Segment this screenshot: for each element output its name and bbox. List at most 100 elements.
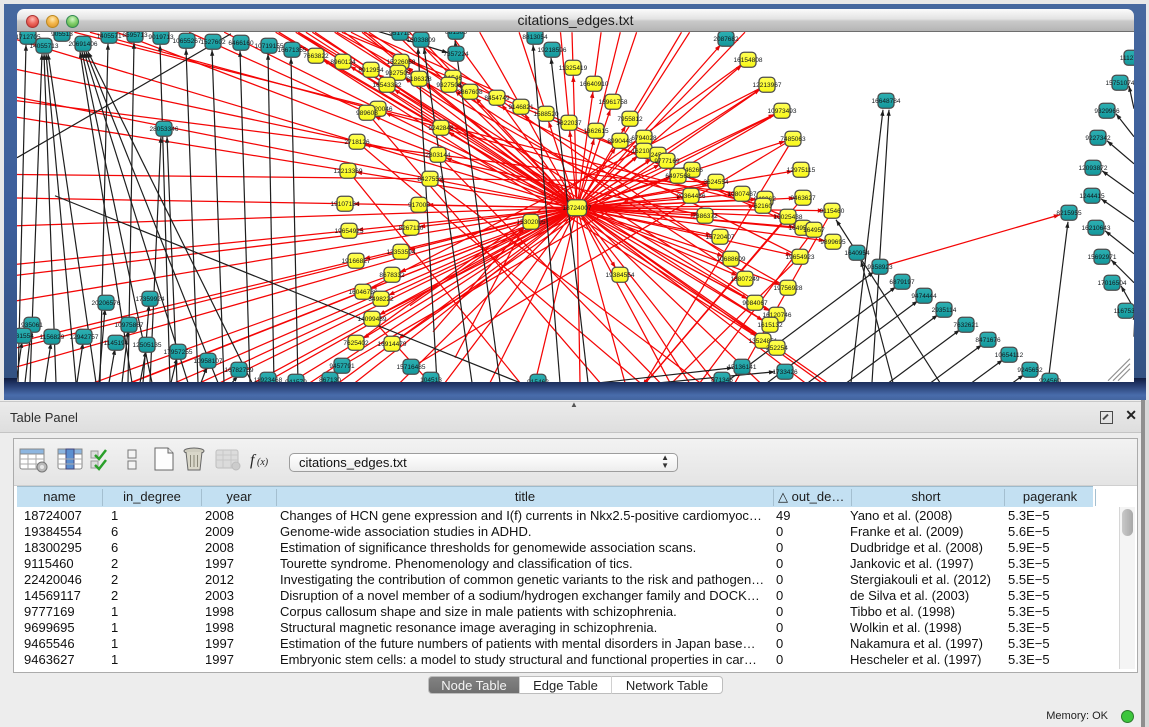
svg-text:17359924: 17359924 [136,295,165,302]
svg-text:1156829: 1156829 [40,333,65,340]
svg-text:19218596: 19218596 [538,46,567,53]
svg-text:12213967: 12213967 [753,81,782,88]
svg-text:20364436: 20364436 [677,192,706,199]
svg-text:6794028: 6794028 [631,134,657,141]
svg-text:10973493: 10973493 [768,107,797,114]
svg-text:8267110: 8267110 [399,224,424,231]
svg-text:8427552: 8427552 [417,175,443,182]
svg-text:19654923: 19654923 [786,253,815,260]
svg-text:3822037: 3822037 [556,119,582,126]
svg-text:6497568: 6497568 [665,172,691,179]
svg-text:15751074: 15751074 [1106,79,1134,86]
svg-text:9242848: 9242848 [428,124,454,131]
svg-text:15692971: 15692971 [1088,253,1117,260]
svg-text:14055713: 14055713 [30,42,59,49]
svg-text:7485063: 7485063 [780,135,806,142]
svg-text:12353594: 12353594 [387,248,416,255]
svg-text:9146821: 9146821 [508,103,534,110]
svg-text:10655267: 10655267 [173,37,202,44]
svg-text:104513: 104513 [420,376,442,382]
svg-text:12975115: 12975115 [787,166,816,173]
svg-text:15720407: 15720407 [706,233,735,240]
svg-text:6879197: 6879197 [889,278,915,285]
svg-text:7625402: 7625402 [343,339,369,346]
svg-text:19384554: 19384554 [606,271,635,278]
svg-text:9084067: 9084067 [742,299,768,306]
svg-text:12093872: 12093872 [1079,164,1108,171]
svg-text:9227342: 9227342 [1085,134,1111,141]
svg-text:1588520: 1588520 [533,110,559,117]
svg-text:15136141: 15136141 [728,363,757,370]
svg-text:20691406: 20691406 [69,40,98,47]
svg-text:917008: 917008 [408,201,430,208]
svg-text:9329966: 9329966 [1094,107,1120,114]
svg-text:1112705: 1112705 [1120,54,1134,61]
svg-text:8813054: 8813054 [522,33,548,40]
svg-text:10958107: 10958107 [194,357,223,364]
svg-text:7357224: 7357224 [443,50,469,57]
svg-text:2087682: 2087682 [713,35,739,42]
svg-text:1145194: 1145194 [104,339,129,346]
svg-text:931554: 931554 [17,332,34,339]
svg-text:16640910: 16640910 [580,80,609,87]
svg-text:16033809: 16033809 [407,36,436,43]
svg-text:8454749: 8454749 [484,94,510,101]
svg-text:8215955: 8215955 [1056,209,1082,216]
svg-text:28053346: 28053346 [150,125,179,132]
svg-text:1733426: 1733426 [772,368,798,375]
svg-text:7632621: 7632621 [953,321,979,328]
svg-text:9463627: 9463627 [790,194,816,201]
svg-text:f: f [250,452,257,469]
svg-text:17016504: 17016504 [1098,279,1127,286]
svg-text:12213369: 12213369 [334,167,363,174]
svg-text:10975867: 10975867 [115,321,144,328]
svg-text:10688609: 10688609 [717,255,746,262]
svg-text:8471676: 8471676 [975,336,1001,343]
svg-text:(x): (x) [257,457,269,468]
svg-text:941579: 941579 [285,378,307,382]
svg-text:16154808: 16154808 [734,56,763,63]
svg-text:8186328: 8186328 [406,75,432,82]
svg-text:9327508: 9327508 [436,81,462,88]
svg-text:2803144: 2803144 [425,151,451,158]
svg-text:905513: 905513 [51,32,73,38]
svg-text:12942757: 12942757 [70,333,99,340]
svg-text:2867608: 2867608 [457,88,483,95]
svg-text:8678332: 8678332 [379,271,405,278]
svg-text:1615132: 1615132 [757,321,783,328]
svg-text:19107134: 19107134 [331,200,360,207]
svg-text:10807487: 10807487 [728,190,757,197]
svg-text:1405571: 1405571 [96,32,122,39]
svg-text:11923468: 11923468 [254,376,283,382]
svg-text:9358923: 9358923 [867,263,893,270]
svg-text:16648784: 16648784 [872,97,901,104]
svg-text:871346: 871346 [711,376,733,382]
svg-text:252254: 252254 [766,344,788,351]
svg-text:1640954: 1640954 [844,249,870,256]
svg-text:164957: 164957 [803,226,825,233]
svg-text:8912954: 8912954 [358,66,384,73]
svg-text:9115460: 9115460 [820,207,845,214]
svg-text:18724007: 18724007 [563,204,592,211]
svg-text:1527602: 1527602 [200,38,226,45]
svg-text:9019713: 9019713 [148,33,174,40]
svg-text:19166827: 19166827 [342,257,371,264]
svg-text:881305: 881305 [445,32,467,36]
svg-text:3498222: 3498222 [368,295,394,302]
svg-text:18807249: 18807249 [731,275,760,282]
svg-text:20206576: 20206576 [92,299,121,306]
svg-text:19654925: 19654925 [335,227,364,234]
svg-text:9457791: 9457791 [329,362,355,369]
svg-text:19756928: 19756928 [774,284,803,291]
svg-text:9474444: 9474444 [911,292,937,299]
svg-text:11325419: 11325419 [559,64,588,71]
svg-text:915462: 915462 [527,378,549,382]
svg-text:17957255: 17957255 [164,348,193,355]
svg-text:12505135: 12505135 [133,341,162,348]
svg-text:62160: 62160 [754,202,772,209]
svg-text:16914479: 16914479 [378,340,407,347]
svg-text:16782759: 16782759 [225,366,254,373]
svg-text:7663822: 7663822 [303,52,329,59]
svg-text:8990448: 8990448 [607,137,633,144]
svg-text:2935114: 2935114 [932,306,957,313]
